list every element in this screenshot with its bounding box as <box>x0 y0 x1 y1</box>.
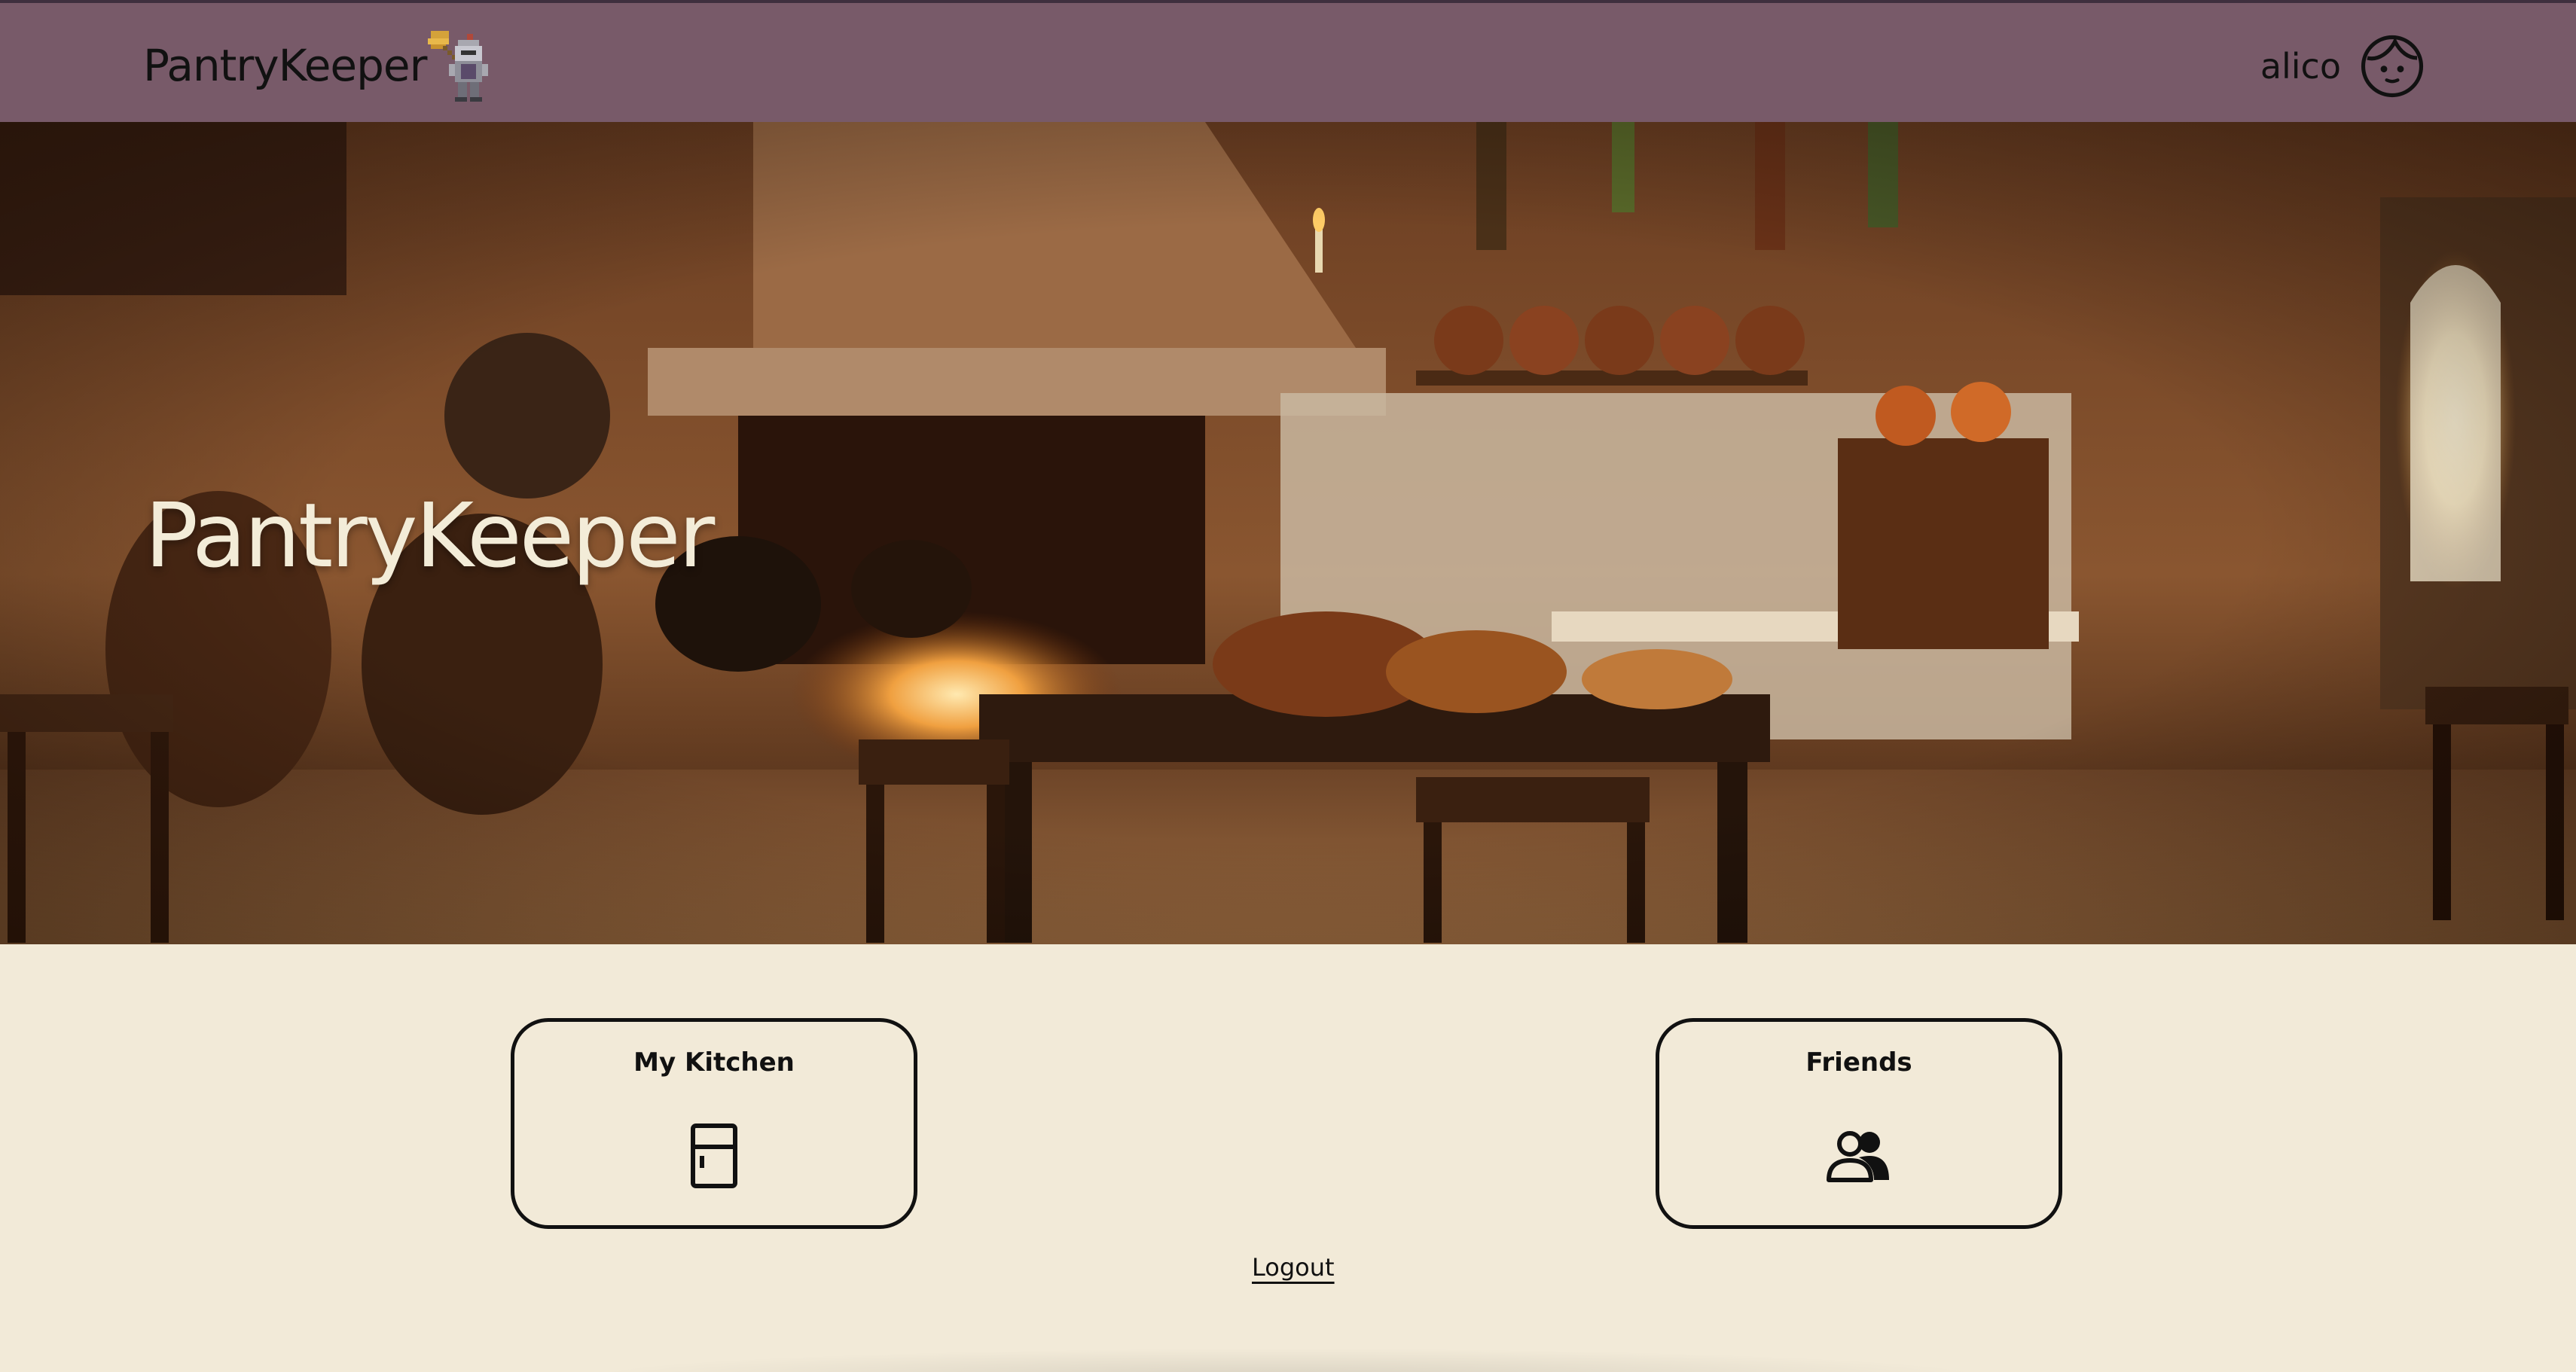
my-kitchen-label: My Kitchen <box>633 1047 795 1078</box>
hero-title: PantryKeeper <box>145 483 715 587</box>
brand-name[interactable]: PantryKeeper <box>143 40 427 91</box>
knight-with-broom-icon <box>428 31 489 102</box>
user-menu[interactable]: alico <box>2260 30 2425 102</box>
fridge-icon <box>691 1124 737 1188</box>
friends-card[interactable]: Friends <box>1656 1018 2062 1229</box>
bottom-shadow <box>572 1348 2004 1372</box>
my-kitchen-card[interactable]: My Kitchen <box>511 1018 917 1229</box>
friends-label: Friends <box>1805 1047 1912 1078</box>
brand[interactable]: PantryKeeper <box>143 31 506 102</box>
username: alico <box>2260 46 2341 87</box>
face-avatar-icon[interactable] <box>2359 33 2425 99</box>
home-page: PantryKeeper alico PantryKeeper My Kitch… <box>0 0 2576 1372</box>
logout-link[interactable]: Logout <box>1252 1253 1335 1282</box>
hero-banner: PantryKeeper <box>0 122 2576 944</box>
users-icon <box>1827 1131 1889 1182</box>
top-navigation-bar: PantryKeeper alico <box>0 0 2576 122</box>
